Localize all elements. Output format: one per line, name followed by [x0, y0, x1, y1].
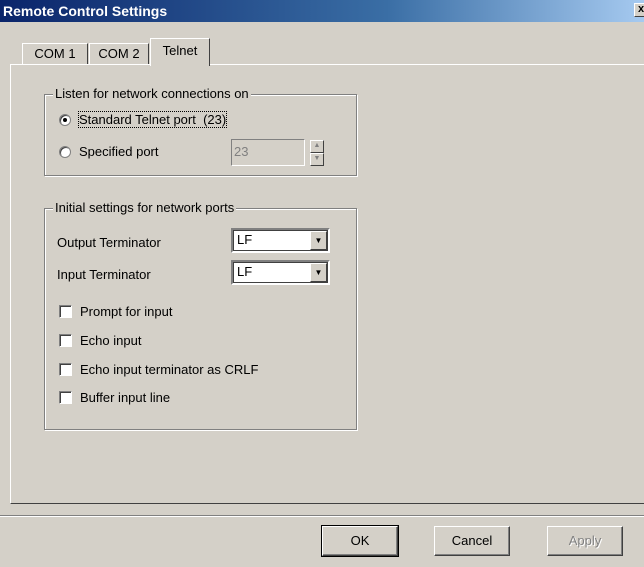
- standard-port-label[interactable]: Standard Telnet port (23): [77, 111, 228, 128]
- standard-port-label-text: Standard Telnet port: [79, 112, 196, 127]
- specified-port-input[interactable]: 23: [231, 139, 305, 166]
- ok-button[interactable]: OK: [321, 525, 399, 557]
- separator-light: [0, 516, 644, 517]
- title-bar[interactable]: Remote Control Settings x: [0, 0, 644, 22]
- tab-com1[interactable]: COM 1: [22, 43, 88, 64]
- output-terminator-value: LF: [237, 232, 253, 247]
- echo-input-checkbox[interactable]: [59, 334, 72, 347]
- tab-com2-label: COM 2: [98, 46, 140, 61]
- prompt-for-input-label[interactable]: Prompt for input: [80, 304, 173, 319]
- input-terminator-value: LF: [237, 264, 253, 279]
- tab-com2[interactable]: COM 2: [89, 43, 149, 64]
- apply-button[interactable]: Apply: [547, 526, 623, 556]
- echo-terminator-crlf-label[interactable]: Echo input terminator as CRLF: [80, 362, 258, 377]
- tab-com1-label: COM 1: [34, 46, 76, 61]
- tab-telnet[interactable]: Telnet: [150, 38, 210, 66]
- chevron-down-icon[interactable]: ▼: [310, 231, 327, 250]
- buffer-input-line-checkbox[interactable]: [59, 391, 72, 404]
- window-title: Remote Control Settings: [3, 3, 168, 19]
- spin-up-button[interactable]: ▲: [310, 140, 324, 153]
- buffer-input-line-label[interactable]: Buffer input line: [80, 390, 170, 405]
- prompt-for-input-checkbox[interactable]: [59, 305, 72, 318]
- output-terminator-label: Output Terminator: [57, 235, 161, 250]
- listen-group-legend: Listen for network connections on: [53, 86, 251, 101]
- input-terminator-label: Input Terminator: [57, 267, 151, 282]
- standard-port-radio[interactable]: [59, 114, 71, 126]
- specified-port-radio[interactable]: [59, 146, 71, 158]
- input-terminator-select[interactable]: LF ▼: [231, 260, 330, 285]
- spin-down-button[interactable]: ▼: [310, 153, 324, 166]
- specified-port-label[interactable]: Specified port: [79, 144, 159, 159]
- cancel-button[interactable]: Cancel: [434, 526, 510, 556]
- standard-port-value: (23): [203, 112, 227, 127]
- tab-telnet-label: Telnet: [162, 43, 198, 58]
- radio-selected-dot: [63, 118, 67, 122]
- echo-terminator-crlf-checkbox[interactable]: [59, 363, 72, 376]
- chevron-down-icon[interactable]: ▼: [310, 263, 327, 282]
- echo-input-label[interactable]: Echo input: [80, 333, 141, 348]
- close-icon[interactable]: x: [634, 3, 644, 17]
- output-terminator-select[interactable]: LF ▼: [231, 228, 330, 253]
- initial-settings-legend: Initial settings for network ports: [53, 200, 237, 215]
